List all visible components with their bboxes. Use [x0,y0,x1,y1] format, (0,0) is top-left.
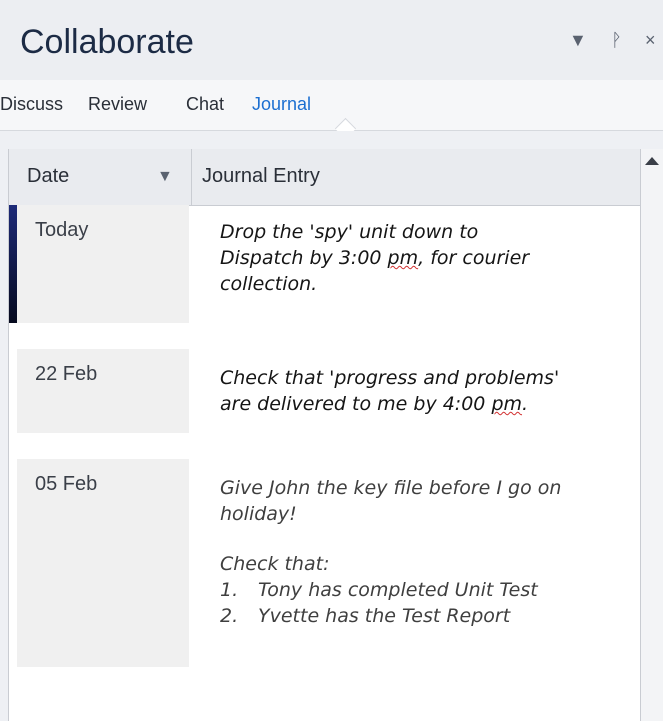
entry-text: are delivered to me by 4:00 [220,393,492,415]
tab-bar: Discuss Review Chat Journal [0,80,663,131]
column-header-journal-entry[interactable]: Journal Entry [202,165,320,188]
spellcheck-word: pm [491,393,523,415]
entry-line: Drop the 'spy' unit down to [220,221,479,243]
scroll-up-icon[interactable] [645,157,659,165]
entry-text: . [522,393,529,415]
spellcheck-word: pm [387,247,419,269]
sort-dropdown-icon[interactable]: ▼ [157,168,173,186]
entry-line: are delivered to me by 4:00 pm. [220,391,640,417]
tab-journal[interactable]: Journal [252,92,311,116]
journal-entry-cell[interactable]: Give John the key file before I go on ho… [220,475,640,629]
vertical-scrollbar[interactable] [640,149,663,721]
journal-entry-cell[interactable]: Drop the 'spy' unit down to Dispatch by … [220,219,640,297]
table-row-date[interactable]: 22 Feb [17,349,189,433]
column-header-date[interactable]: Date [27,165,69,188]
list-item: 1. Tony has completed Unit Test [220,577,640,603]
journal-entry-cell[interactable]: Check that 'progress and problems' are d… [220,365,640,417]
entry-text: Dispatch by 3:00 [220,247,388,269]
panel-gap [0,131,663,149]
date-cell: Today [35,219,89,241]
list-item: 2. Yvette has the Test Report [220,603,640,629]
entry-line: holiday! [220,503,297,525]
pin-icon[interactable]: ᚹ [611,28,622,52]
list-number: 1. [220,579,239,601]
list-text: Tony has completed Unit Test [258,579,538,601]
journal-grid: Date ▼ Journal Entry Today Drop the 'spy… [8,149,641,721]
tab-discuss[interactable]: Discuss [0,92,63,116]
window-title: Collaborate [20,23,194,61]
entry-text: , for courier [418,247,530,269]
date-cell: 05 Feb [35,473,98,495]
entry-line: collection. [220,273,318,295]
entry-line: Check that 'progress and problems' [220,367,560,389]
title-bar: Collaborate ▼ ᚹ × [0,0,663,80]
date-cell: 22 Feb [35,363,98,385]
tab-chat[interactable]: Chat [186,92,224,116]
tab-review[interactable]: Review [88,92,147,116]
column-divider[interactable] [191,149,192,205]
entry-line: Check that: [220,553,330,575]
table-row-date[interactable]: 05 Feb [17,459,189,667]
entry-line: Dispatch by 3:00 pm, for courier [220,245,640,271]
table-row-date[interactable]: Today [17,205,189,323]
grid-header: Date ▼ Journal Entry [9,149,641,206]
list-text: Yvette has the Test Report [258,605,511,627]
list-number: 2. [220,605,239,627]
entry-line: Give John the key file before I go on [220,477,562,499]
close-icon[interactable]: × [645,28,656,52]
selection-indicator [9,205,17,323]
dropdown-icon[interactable]: ▼ [569,28,587,52]
